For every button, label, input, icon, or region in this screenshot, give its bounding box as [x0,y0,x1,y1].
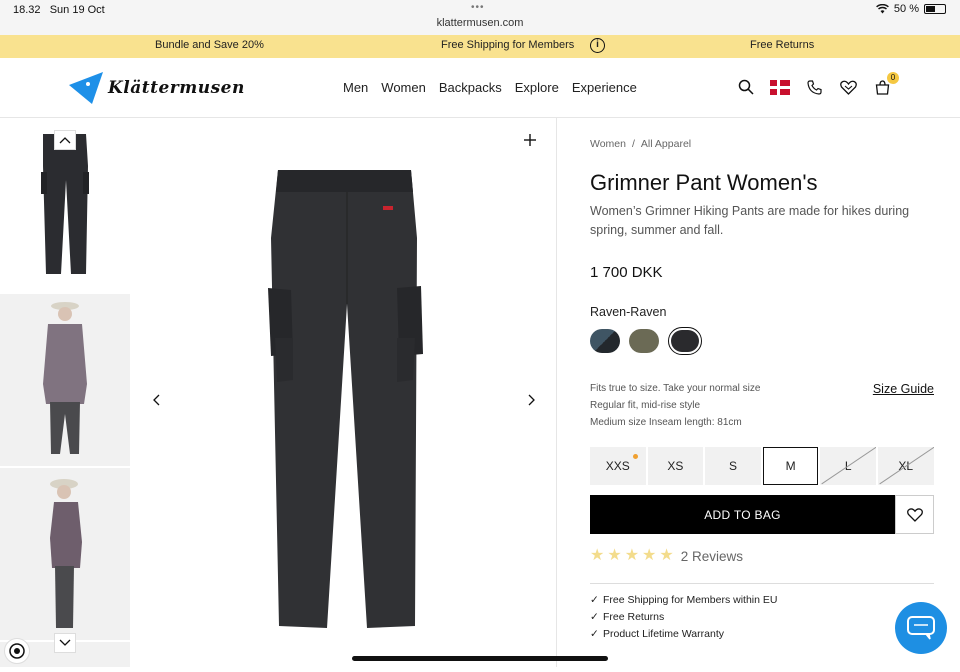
promo-returns[interactable]: Free Returns [750,39,814,51]
fit-note: Fits true to size. Take your normal size [590,383,761,394]
star-icon: ★ [607,547,622,564]
breadcrumb-women[interactable]: Women [590,138,626,150]
swatch-olive[interactable] [629,329,659,353]
fit-note: Regular fit, mid-rise style [590,400,701,411]
product-title: Grimner Pant Women's [590,170,818,195]
star-icon: ★ [590,547,605,564]
fit-note: Medium size Inseam length: 81cm [590,417,742,428]
check-icon: ✓ [590,594,599,606]
status-indicators: 50 % [876,3,946,15]
zoom-plus-icon[interactable] [522,132,538,148]
thumbnail-model-front[interactable] [0,294,130,466]
check-icon: ✓ [590,628,599,640]
nav-backpacks[interactable]: Backpacks [439,80,502,95]
selected-color-name: Raven-Raven [590,305,667,319]
promo-bar: Bundle and Save 20% Free Shipping for Me… [0,35,960,58]
column-divider [556,118,557,667]
chat-bubble-icon [907,616,935,640]
chat-button[interactable] [895,602,947,654]
size-xs[interactable]: XS [647,447,704,485]
breadcrumb-all-apparel[interactable]: All Apparel [641,138,691,150]
battery-icon [924,4,946,14]
product-price: 1 700 DKK [590,264,663,281]
promo-bundle[interactable]: Bundle and Save 20% [155,39,264,51]
wishlist-heart-icon[interactable] [895,495,934,534]
star-icon: ★ [659,547,674,564]
logo-mark-icon [69,72,103,104]
home-indicator [352,656,608,661]
size-xl[interactable]: XL [877,447,934,485]
size-selector: XXS XS S M L XL [590,447,934,485]
site-header: Klättermusen Men Women Backpacks Explore… [0,58,960,118]
header-actions: 0 [736,72,899,97]
low-stock-dot-icon [632,454,638,459]
thumbs-up-arrow-icon[interactable] [54,130,76,150]
url-bar[interactable]: klattermusen.com [0,17,960,29]
thumbnail-gallery [0,118,131,667]
fit-notes: Fits true to size. Take your normal size… [590,380,760,431]
add-to-bag-button[interactable]: ADD TO BAG [590,495,895,534]
nav-explore[interactable]: Explore [515,80,559,95]
bag-count-badge: 0 [887,72,899,84]
nav-men[interactable]: Men [343,80,368,95]
accessibility-badge-icon[interactable] [4,638,30,664]
size-l[interactable]: L [820,447,876,485]
nav-experience[interactable]: Experience [572,80,637,95]
size-xxs[interactable]: XXS [590,447,646,485]
size-guide-link[interactable]: Size Guide [873,382,934,396]
breadcrumb: Women / All Apparel [590,138,692,150]
color-swatches [590,327,702,355]
nav-women[interactable]: Women [381,80,426,95]
battery-percent: 50 % [893,3,919,15]
perk-item: ✓ Free Shipping for Members within EU [590,592,778,609]
rating-row[interactable]: ★ ★ ★ ★ ★ 2 Reviews [590,548,743,564]
perk-item: ✓ Product Lifetime Warranty [590,626,778,643]
size-m[interactable]: M [762,447,819,485]
thumbnail-model-side[interactable] [0,468,130,640]
brand-name: Klättermusen [108,78,245,98]
size-s[interactable]: S [705,447,761,485]
status-time: 18.32 Sun 19 Oct [13,4,105,16]
membership-heart-icon[interactable] [838,77,858,97]
divider [590,583,934,584]
country-flag-icon[interactable] [770,77,791,97]
wifi-icon [876,4,889,14]
swatch-raven-selected[interactable] [668,327,702,355]
prev-image-icon[interactable] [145,389,167,411]
main-nav: Men Women Backpacks Explore Experience [343,80,637,95]
next-image-icon[interactable] [521,389,543,411]
thumbs-down-arrow-icon[interactable] [54,633,76,653]
product-main-image[interactable] [131,118,556,667]
info-icon[interactable]: i [590,38,605,53]
perk-item: ✓ Free Returns [590,609,778,626]
check-icon: ✓ [590,611,599,623]
star-icon: ★ [642,547,657,564]
brand-logo[interactable]: Klättermusen [68,71,245,105]
more-dots-icon[interactable]: ••• [471,2,485,13]
phone-icon[interactable] [804,77,824,97]
star-icon: ★ [624,547,640,564]
shopping-bag-icon[interactable]: 0 [872,72,899,97]
search-icon[interactable] [736,77,756,97]
product-description: Women’s Grimner Hiking Pants are made fo… [590,204,910,237]
reviews-count[interactable]: 2 Reviews [681,549,743,564]
promo-shipping[interactable]: Free Shipping for Members [441,39,574,51]
perks-list: ✓ Free Shipping for Members within EU ✓ Fr… [590,592,778,643]
ios-status-bar: 18.32 Sun 19 Oct ••• klattermusen.com 50… [0,0,960,35]
pants-image [268,170,423,628]
swatch-blue[interactable] [590,329,620,353]
